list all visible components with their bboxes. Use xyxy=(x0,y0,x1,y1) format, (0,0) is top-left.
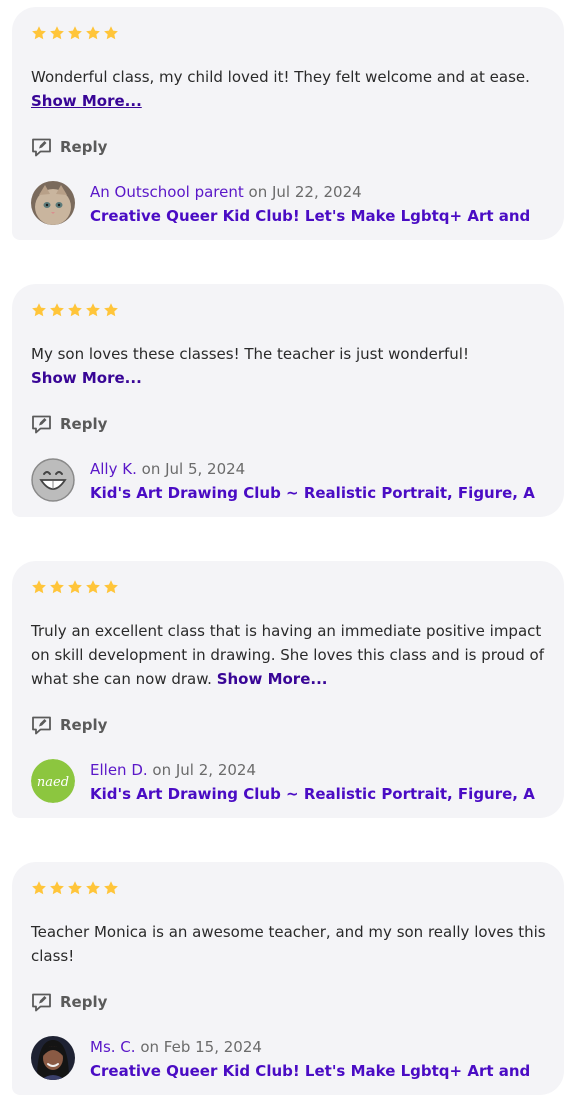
review-text-block: Wonderful class, my child loved it! They… xyxy=(31,65,546,113)
star-icon xyxy=(103,25,119,41)
star-icon xyxy=(31,579,47,595)
avatar-logo-text: naed xyxy=(37,775,69,790)
star-icon xyxy=(67,579,83,595)
review-author: Ms. C. on Feb 15, 2024 Creative Queer Ki… xyxy=(31,1035,545,1083)
review-text-block: Truly an excellent class that is having … xyxy=(31,619,546,691)
show-more-link[interactable]: Show More... xyxy=(31,89,546,113)
cat-photo-avatar[interactable] xyxy=(31,181,75,225)
review-card: My son loves these classes! The teacher … xyxy=(12,284,564,517)
person-photo-avatar[interactable] xyxy=(31,1036,75,1080)
star-icon xyxy=(103,579,119,595)
star-icon xyxy=(31,302,47,318)
author-line: Ally K. on Jul 5, 2024 xyxy=(90,457,535,481)
star-icon xyxy=(103,880,119,896)
author-name[interactable]: Ms. C. xyxy=(90,1038,136,1056)
author-meta: Ally K. on Jul 5, 2024 Kid's Art Drawing… xyxy=(90,457,535,505)
class-title-link[interactable]: Creative Queer Kid Club! Let's Make Lgbt… xyxy=(90,204,535,228)
star-icon xyxy=(67,25,83,41)
review-author: naed Ellen D. on Jul 2, 2024 Kid's Art D… xyxy=(31,758,545,806)
show-more-link[interactable]: Show More... xyxy=(31,366,546,390)
reply-label: Reply xyxy=(60,993,108,1011)
star-rating xyxy=(31,579,545,595)
star-icon xyxy=(49,302,65,318)
reply-label: Reply xyxy=(60,415,108,433)
review-date: on Jul 2, 2024 xyxy=(152,761,256,779)
reply-icon xyxy=(31,414,52,435)
star-icon xyxy=(67,880,83,896)
author-line: Ellen D. on Jul 2, 2024 xyxy=(90,758,535,782)
star-rating xyxy=(31,25,545,41)
star-icon xyxy=(67,302,83,318)
author-line: An Outschool parent on Jul 22, 2024 xyxy=(90,180,535,204)
review-date: on Jul 5, 2024 xyxy=(141,460,246,478)
review-text: Wonderful class, my child loved it! They… xyxy=(31,68,530,86)
review-text-block: Teacher Monica is an awesome teacher, an… xyxy=(31,920,546,968)
reply-icon xyxy=(31,715,52,736)
review-date: on Jul 22, 2024 xyxy=(248,183,362,201)
author-name[interactable]: An Outschool parent xyxy=(90,183,244,201)
star-icon xyxy=(31,880,47,896)
class-title-link[interactable]: Kid's Art Drawing Club ~ Realistic Portr… xyxy=(90,782,535,806)
reply-icon xyxy=(31,137,52,158)
naed-logo-avatar[interactable]: naed xyxy=(31,759,75,803)
author-meta: Ms. C. on Feb 15, 2024 Creative Queer Ki… xyxy=(90,1035,535,1083)
review-card: Wonderful class, my child loved it! They… xyxy=(12,7,564,240)
reply-button[interactable]: Reply xyxy=(31,991,545,1013)
review-text: My son loves these classes! The teacher … xyxy=(31,345,469,363)
star-rating xyxy=(31,880,545,896)
reply-label: Reply xyxy=(60,138,108,156)
author-meta: An Outschool parent on Jul 22, 2024 Crea… xyxy=(90,180,535,228)
review-card: Teacher Monica is an awesome teacher, an… xyxy=(12,862,564,1095)
star-icon xyxy=(31,25,47,41)
star-icon xyxy=(85,579,101,595)
star-rating xyxy=(31,302,545,318)
reply-button[interactable]: Reply xyxy=(31,136,545,158)
author-name[interactable]: Ally K. xyxy=(90,460,137,478)
review-date: on Feb 15, 2024 xyxy=(140,1038,262,1056)
reply-button[interactable]: Reply xyxy=(31,413,545,435)
star-icon xyxy=(49,579,65,595)
show-more-link[interactable]: Show More... xyxy=(217,670,328,688)
author-meta: Ellen D. on Jul 2, 2024 Kid's Art Drawin… xyxy=(90,758,535,806)
star-icon xyxy=(85,302,101,318)
reply-button[interactable]: Reply xyxy=(31,714,545,736)
star-icon xyxy=(49,25,65,41)
review-author: Ally K. on Jul 5, 2024 Kid's Art Drawing… xyxy=(31,457,545,505)
class-title-link[interactable]: Creative Queer Kid Club! Let's Make Lgbt… xyxy=(90,1059,535,1083)
reply-icon xyxy=(31,992,52,1013)
review-author: An Outschool parent on Jul 22, 2024 Crea… xyxy=(31,180,545,228)
reply-label: Reply xyxy=(60,716,108,734)
smiley-face-avatar[interactable] xyxy=(31,458,75,502)
review-card: Truly an excellent class that is having … xyxy=(12,561,564,818)
class-title-link[interactable]: Kid's Art Drawing Club ~ Realistic Portr… xyxy=(90,481,535,505)
star-icon xyxy=(49,880,65,896)
star-icon xyxy=(103,302,119,318)
author-line: Ms. C. on Feb 15, 2024 xyxy=(90,1035,535,1059)
author-name[interactable]: Ellen D. xyxy=(90,761,148,779)
star-icon xyxy=(85,25,101,41)
review-text: Teacher Monica is an awesome teacher, an… xyxy=(31,923,546,965)
review-text-block: My son loves these classes! The teacher … xyxy=(31,342,546,390)
star-icon xyxy=(85,880,101,896)
